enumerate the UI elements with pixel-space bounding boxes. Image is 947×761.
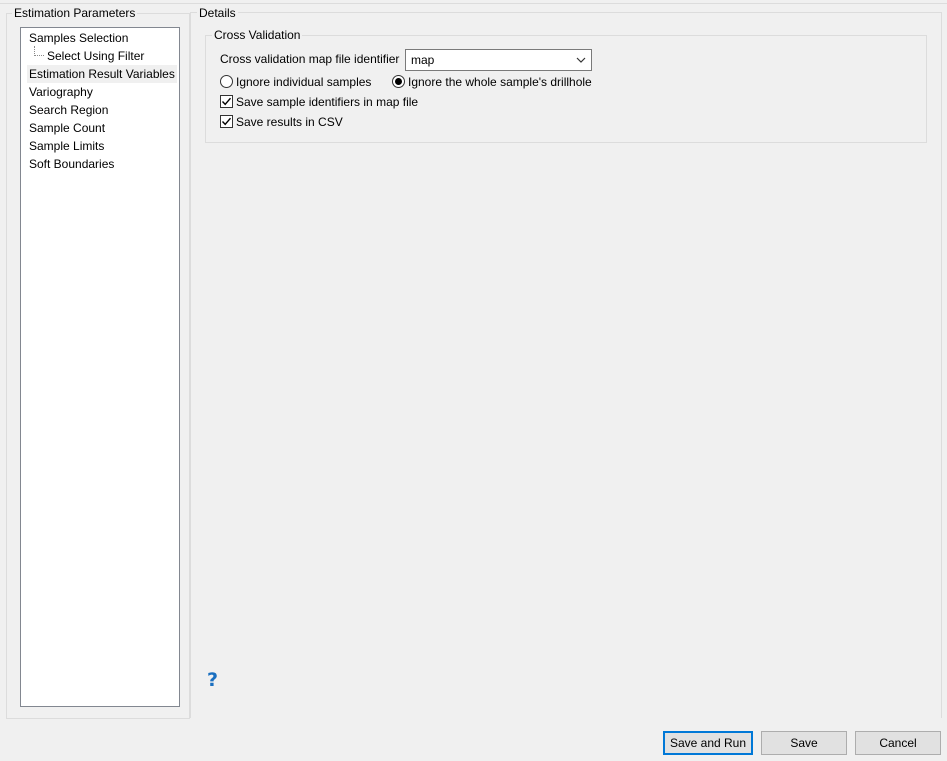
checkbox-save-sample-identifiers[interactable] [220, 95, 233, 108]
tree-item-variography[interactable]: Variography [27, 83, 95, 101]
radio-ignore-individual-samples[interactable] [220, 75, 233, 88]
tree-item-sample-count[interactable]: Sample Count [27, 119, 107, 137]
checkbox-save-results-csv-label: Save results in CSV [236, 115, 343, 129]
checkmark-icon [221, 97, 232, 106]
cancel-button[interactable]: Cancel [855, 731, 941, 755]
cross-validation-title: Cross Validation [212, 28, 303, 42]
radio-selected-dot [395, 78, 402, 85]
tree-item-select-using-filter[interactable]: Select Using Filter [45, 47, 146, 65]
tree-connector [34, 46, 44, 56]
map-file-label: Cross validation map file identifier [220, 52, 400, 66]
checkmark-icon [221, 117, 232, 126]
tree-item-sample-limits[interactable]: Sample Limits [27, 137, 106, 155]
tree-item-soft-boundaries[interactable]: Soft Boundaries [27, 155, 116, 173]
parameters-tree[interactable]: Samples Selection Select Using Filter Es… [20, 27, 180, 707]
details-title: Details [197, 6, 238, 20]
radio-ignore-whole-drillhole-label: Ignore the whole sample's drillhole [408, 75, 592, 89]
top-divider [0, 3, 947, 4]
estimation-parameters-title: Estimation Parameters [12, 6, 138, 20]
radio-ignore-individual-samples-label: Ignore individual samples [236, 75, 372, 89]
tree-item-estimation-result-variables[interactable]: Estimation Result Variables [27, 65, 177, 83]
save-and-run-button[interactable]: Save and Run [663, 731, 753, 755]
radio-ignore-whole-drillhole[interactable] [392, 75, 405, 88]
save-button[interactable]: Save [761, 731, 847, 755]
checkbox-save-results-csv[interactable] [220, 115, 233, 128]
map-file-value: map [411, 53, 435, 67]
tree-item-search-region[interactable]: Search Region [27, 101, 110, 119]
help-question-icon[interactable]: ? [207, 670, 223, 690]
checkbox-save-sample-identifiers-label: Save sample identifiers in map file [236, 95, 419, 109]
tree-item-samples-selection[interactable]: Samples Selection [27, 29, 130, 47]
chevron-down-icon [576, 57, 586, 63]
map-file-combobox[interactable]: map [405, 49, 592, 71]
